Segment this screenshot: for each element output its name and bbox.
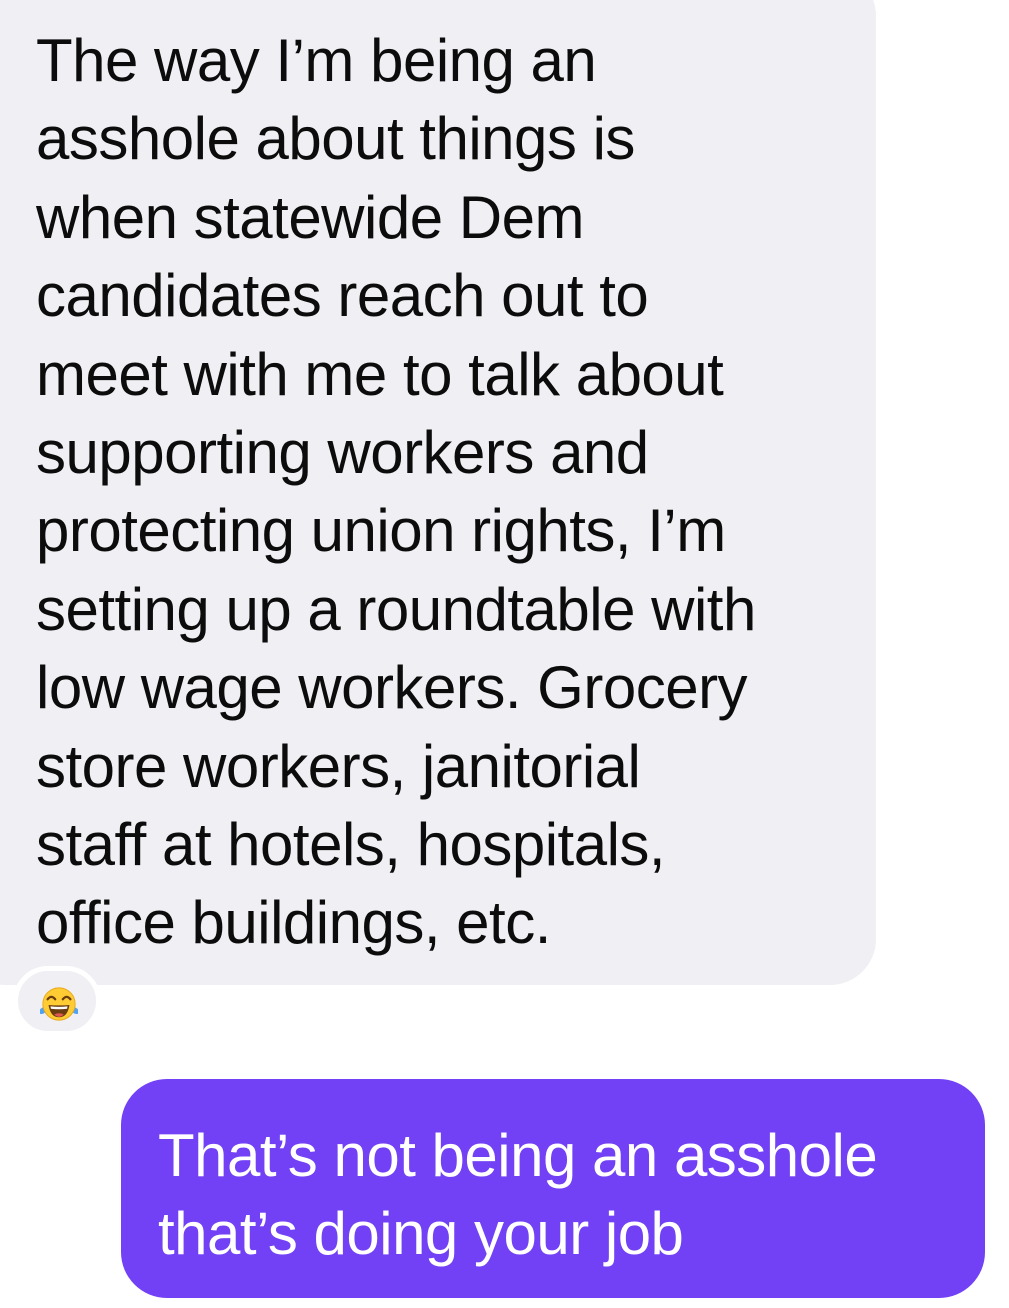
incoming-message-text: The way I’m being an asshole about thing… — [36, 27, 756, 957]
incoming-message-bubble[interactable]: The way I’m being an asshole about thing… — [0, 0, 876, 985]
outgoing-message-bubble[interactable]: That’s not being an asshole that’s doing… — [121, 1079, 985, 1298]
reaction-badge[interactable] — [13, 966, 101, 1036]
tears-of-joy-emoji-icon — [40, 987, 78, 1021]
outgoing-message-text: That’s not being an asshole that’s doing… — [158, 1122, 878, 1267]
message-thread: The way I’m being an asshole about thing… — [0, 0, 1009, 1308]
